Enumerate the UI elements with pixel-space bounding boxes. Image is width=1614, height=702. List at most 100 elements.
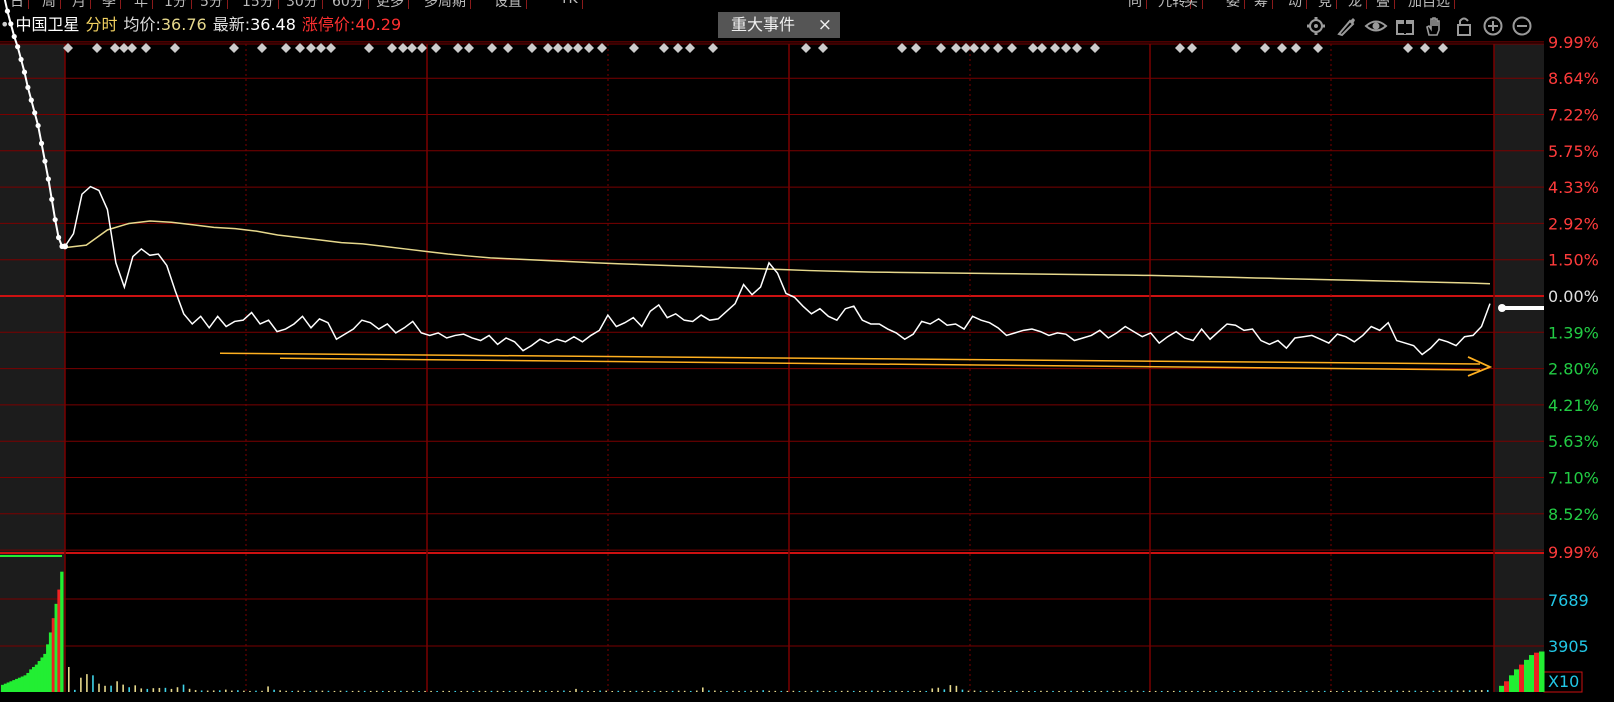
volume-bar xyxy=(762,690,764,692)
volume-bar xyxy=(333,690,336,692)
volume-bar xyxy=(1040,690,1042,692)
volume-bar xyxy=(877,690,879,692)
volume-bar xyxy=(520,690,523,692)
volume-bar xyxy=(1034,691,1036,692)
volume-bar xyxy=(1142,690,1145,692)
volume-bar xyxy=(1311,690,1314,692)
volume-bar xyxy=(285,690,287,692)
after-hours-point xyxy=(1498,304,1506,312)
after-hours-volume-bar xyxy=(1504,681,1510,692)
volume-bar xyxy=(834,690,837,692)
volume-bar xyxy=(961,689,964,692)
axis-tick-label: 5.63% xyxy=(1548,432,1599,451)
pre-market-point xyxy=(42,158,48,164)
pre-market-point xyxy=(38,140,45,146)
volume-bar xyxy=(297,690,300,692)
pre-market-point xyxy=(32,110,38,116)
volume-bar xyxy=(991,690,994,692)
volume-bar xyxy=(1390,690,1392,692)
volume-bar xyxy=(1166,690,1169,692)
volume-bar xyxy=(502,690,505,692)
volume-bar xyxy=(1456,690,1459,692)
pre-market-point xyxy=(25,84,31,91)
volume-bar xyxy=(1160,691,1163,692)
volume-bar xyxy=(1450,690,1453,692)
volume-bar xyxy=(677,690,680,692)
volume-bar xyxy=(810,690,813,692)
volume-bar xyxy=(756,690,758,692)
volume-bar xyxy=(538,690,541,692)
volume-bar xyxy=(1420,690,1423,692)
volume-bar xyxy=(1064,690,1066,692)
volume-bar xyxy=(303,690,306,692)
volume-bar xyxy=(744,690,746,692)
volume-bar xyxy=(1378,690,1380,692)
volume-bar xyxy=(641,690,644,692)
volume-bar xyxy=(80,677,82,692)
volume-bar xyxy=(557,690,559,692)
pre-market-point xyxy=(4,8,11,14)
axis-tick-label: 1.50% xyxy=(1548,251,1599,270)
volume-bar xyxy=(1432,690,1435,692)
volume-bar xyxy=(218,690,221,692)
volume-bar xyxy=(279,690,281,692)
volume-bar xyxy=(418,690,420,692)
volume-bar xyxy=(798,690,801,692)
volume-bar xyxy=(134,685,137,692)
volume-axis-label: 9.99% xyxy=(1548,543,1599,562)
volume-bar xyxy=(593,690,595,692)
volume-bar xyxy=(291,690,294,692)
volume-bar xyxy=(647,690,650,692)
volume-bar xyxy=(563,690,565,692)
volume-bar xyxy=(321,690,324,692)
volume-bar xyxy=(883,690,885,692)
volume-bar xyxy=(1003,691,1006,692)
volume-bar xyxy=(750,690,752,692)
volume-bar xyxy=(792,690,795,692)
axis-tick-label: 4.21% xyxy=(1548,396,1599,415)
volume-bar xyxy=(74,689,76,692)
volume-bar xyxy=(86,674,88,692)
volume-bar xyxy=(1402,690,1405,692)
volume-bar xyxy=(1336,691,1338,692)
volume-bar xyxy=(1384,690,1386,692)
volume-bar xyxy=(1414,690,1417,692)
volume-bar xyxy=(140,688,143,692)
volume-bar xyxy=(152,688,155,692)
volume-bar xyxy=(949,685,952,692)
volume-bar xyxy=(1118,690,1121,692)
volume-bar xyxy=(738,690,740,692)
volume-bar xyxy=(454,690,457,692)
volume-bar xyxy=(702,687,704,692)
volume-bar xyxy=(925,690,928,692)
volume-bar xyxy=(363,690,366,692)
axis-tick-label: 7.10% xyxy=(1548,469,1599,488)
volume-bar xyxy=(1112,690,1115,692)
after-hours-volume-bar xyxy=(1519,664,1525,692)
after-hours-volume-bar xyxy=(1509,675,1515,692)
volume-bar xyxy=(1028,690,1030,692)
volume-bar xyxy=(846,690,849,692)
volume-bar xyxy=(695,690,698,692)
intraday-chart[interactable]: 9.99% 8.64% 7.22% 5.75% 4.33% 2.92% 1.50% 0.00%… xyxy=(0,0,1614,702)
volume-bar xyxy=(858,690,861,692)
volume-bar xyxy=(895,690,897,692)
volume-bar xyxy=(1342,690,1344,692)
volume-bar xyxy=(822,690,825,692)
volume-bar xyxy=(1172,690,1175,692)
volume-bar xyxy=(816,690,819,692)
volume-bar xyxy=(1082,690,1085,692)
volume-bar xyxy=(1233,690,1235,692)
volume-bar xyxy=(1323,690,1326,692)
axis-tick-label: 2.92% xyxy=(1548,214,1599,233)
volume-bar xyxy=(375,690,378,692)
volume-bar xyxy=(345,690,348,692)
volume-bar xyxy=(351,690,354,692)
volume-bar xyxy=(116,681,118,692)
volume-bar xyxy=(732,690,734,692)
volume-bar xyxy=(1263,690,1266,692)
volume-bar xyxy=(1009,690,1012,692)
volume-bar xyxy=(206,690,209,692)
volume-bar xyxy=(1480,690,1483,692)
volume-bar xyxy=(212,690,215,692)
